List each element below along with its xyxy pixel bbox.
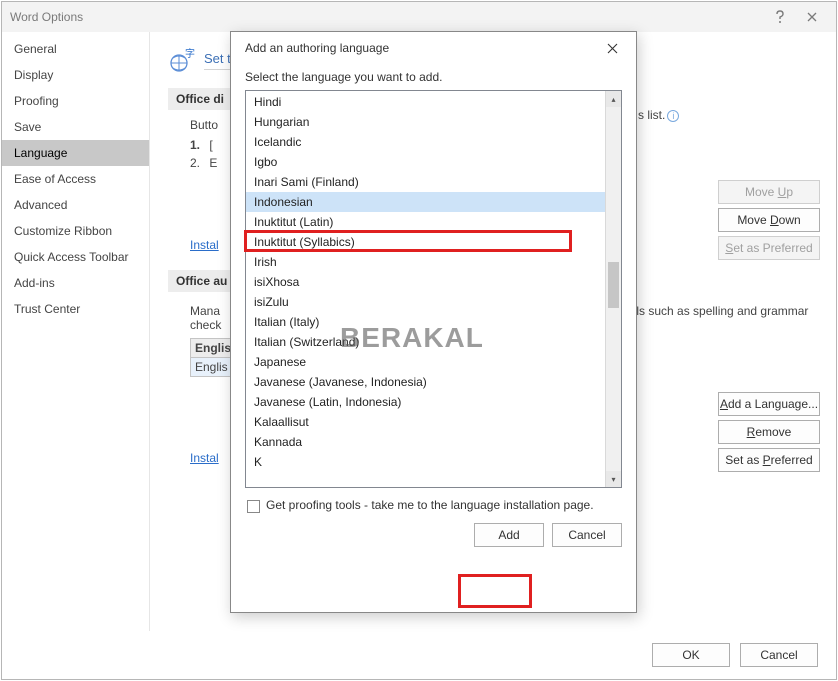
move-up-button[interactable]: Move Up — [718, 180, 820, 204]
language-option[interactable]: Igbo — [246, 152, 605, 172]
authoring-buttons: Add a Language... Remove Set as Preferre… — [718, 392, 820, 472]
language-option[interactable]: Italian (Italy) — [246, 312, 605, 332]
sidebar-item-ease[interactable]: Ease of Access — [2, 166, 149, 192]
sidebar-item-qat[interactable]: Quick Access Toolbar — [2, 244, 149, 270]
language-globe-icon: 字 — [168, 46, 196, 74]
set-preferred-button-2[interactable]: Set as Preferred — [718, 448, 820, 472]
dialog-titlebar: Add an authoring language — [231, 32, 636, 64]
language-option[interactable]: Javanese (Latin, Indonesia) — [246, 392, 605, 412]
language-option[interactable]: Javanese (Javanese, Indonesia) — [246, 372, 605, 392]
svg-text:字: 字 — [185, 47, 195, 60]
dialog-title: Add an authoring language — [245, 41, 389, 55]
sidebar-item-proofing[interactable]: Proofing — [2, 88, 149, 114]
sidebar-item-display[interactable]: Display — [2, 62, 149, 88]
add-confirm-button[interactable]: Add — [474, 523, 544, 547]
sidebar-item-addins[interactable]: Add-ins — [2, 270, 149, 296]
language-listbox[interactable]: HindiHungarianIcelandicIgboInari Sami (F… — [245, 90, 622, 488]
add-language-button[interactable]: Add a Language... — [718, 392, 820, 416]
sidebar-item-label: Ease of Access — [14, 172, 96, 186]
language-option[interactable]: Japanese — [246, 352, 605, 372]
help-button[interactable] — [764, 2, 796, 32]
language-option[interactable]: Kalaallisut — [246, 412, 605, 432]
close-icon — [607, 43, 618, 54]
proofing-tools-row: Get proofing tools - take me to the lang… — [245, 488, 622, 513]
info-icon[interactable]: i — [667, 110, 679, 122]
sidebar-item-label: Display — [14, 68, 53, 82]
language-option[interactable]: isiXhosa — [246, 272, 605, 292]
sidebar-item-save[interactable]: Save — [2, 114, 149, 140]
language-option[interactable]: Irish — [246, 252, 605, 272]
dialog-footer: Add Cancel — [245, 513, 622, 547]
language-option[interactable]: Inari Sami (Finland) — [246, 172, 605, 192]
sidebar-item-label: Save — [14, 120, 41, 134]
proofing-tools-checkbox[interactable] — [247, 500, 260, 513]
move-down-button[interactable]: Move Down — [718, 208, 820, 232]
language-option[interactable]: Icelandic — [246, 132, 605, 152]
sidebar-item-label: Trust Center — [14, 302, 80, 316]
language-option[interactable]: Inuktitut (Syllabics) — [246, 232, 605, 252]
dialog-body: Select the language you want to add. Hin… — [231, 64, 636, 612]
sidebar-item-label: Advanced — [14, 198, 67, 212]
sidebar-item-label: Customize Ribbon — [14, 224, 112, 238]
sidebar-item-label: General — [14, 42, 57, 56]
sidebar-item-language[interactable]: Language — [2, 140, 149, 166]
language-option[interactable]: K — [246, 452, 605, 472]
scroll-up-arrow-icon[interactable]: ▴ — [606, 91, 621, 107]
sidebar-item-trust-center[interactable]: Trust Center — [2, 296, 149, 322]
language-option[interactable]: Italian (Switzerland) — [246, 332, 605, 352]
cancel-button[interactable]: Cancel — [740, 643, 818, 667]
sidebar-item-label: Language — [14, 146, 67, 160]
help-icon — [775, 10, 785, 24]
dialog-cancel-button[interactable]: Cancel — [552, 523, 622, 547]
language-option[interactable]: Hungarian — [246, 112, 605, 132]
close-button[interactable] — [796, 2, 828, 32]
scroll-thumb[interactable] — [608, 262, 619, 308]
authoring-desc-tail: ools such as spelling and grammar — [623, 304, 808, 318]
close-icon — [807, 12, 817, 22]
sidebar-item-customize-ribbon[interactable]: Customize Ribbon — [2, 218, 149, 244]
display-buttons: Move Up Move Down Set as Preferred — [718, 180, 820, 260]
window-title: Word Options — [10, 10, 83, 24]
titlebar: Word Options — [2, 2, 836, 32]
language-option[interactable]: Inuktitut (Latin) — [246, 212, 605, 232]
dialog-close-button[interactable] — [596, 32, 628, 64]
scroll-down-arrow-icon[interactable]: ▾ — [606, 471, 621, 487]
scrollbar[interactable]: ▴ ▾ — [605, 91, 621, 487]
install-link-1[interactable]: Instal — [190, 238, 219, 252]
sidebar-item-label: Quick Access Toolbar — [14, 250, 129, 264]
language-option[interactable]: Hindi — [246, 92, 605, 112]
language-option[interactable]: Kannada — [246, 432, 605, 452]
remove-button[interactable]: Remove — [718, 420, 820, 444]
language-option[interactable]: isiZulu — [246, 292, 605, 312]
sidebar-item-label: Proofing — [14, 94, 59, 108]
window-footer: OK Cancel — [652, 643, 818, 667]
add-authoring-language-dialog: Add an authoring language Select the lan… — [230, 31, 637, 613]
hidden-hint-tail: s list.i — [638, 108, 679, 122]
install-link-2[interactable]: Instal — [190, 451, 219, 465]
ok-button[interactable]: OK — [652, 643, 730, 667]
dialog-prompt: Select the language you want to add. — [245, 70, 622, 84]
proofing-tools-label: Get proofing tools - take me to the lang… — [266, 498, 622, 512]
sidebar-item-general[interactable]: General — [2, 36, 149, 62]
sidebar-item-label: Add-ins — [14, 276, 55, 290]
language-option[interactable]: Indonesian — [246, 192, 605, 212]
set-preferred-button-1[interactable]: Set as Preferred — [718, 236, 820, 260]
scroll-track[interactable] — [606, 107, 621, 471]
sidebar-item-advanced[interactable]: Advanced — [2, 192, 149, 218]
listbox-view: HindiHungarianIcelandicIgboInari Sami (F… — [246, 91, 605, 487]
category-sidebar: General Display Proofing Save Language E… — [2, 32, 150, 631]
